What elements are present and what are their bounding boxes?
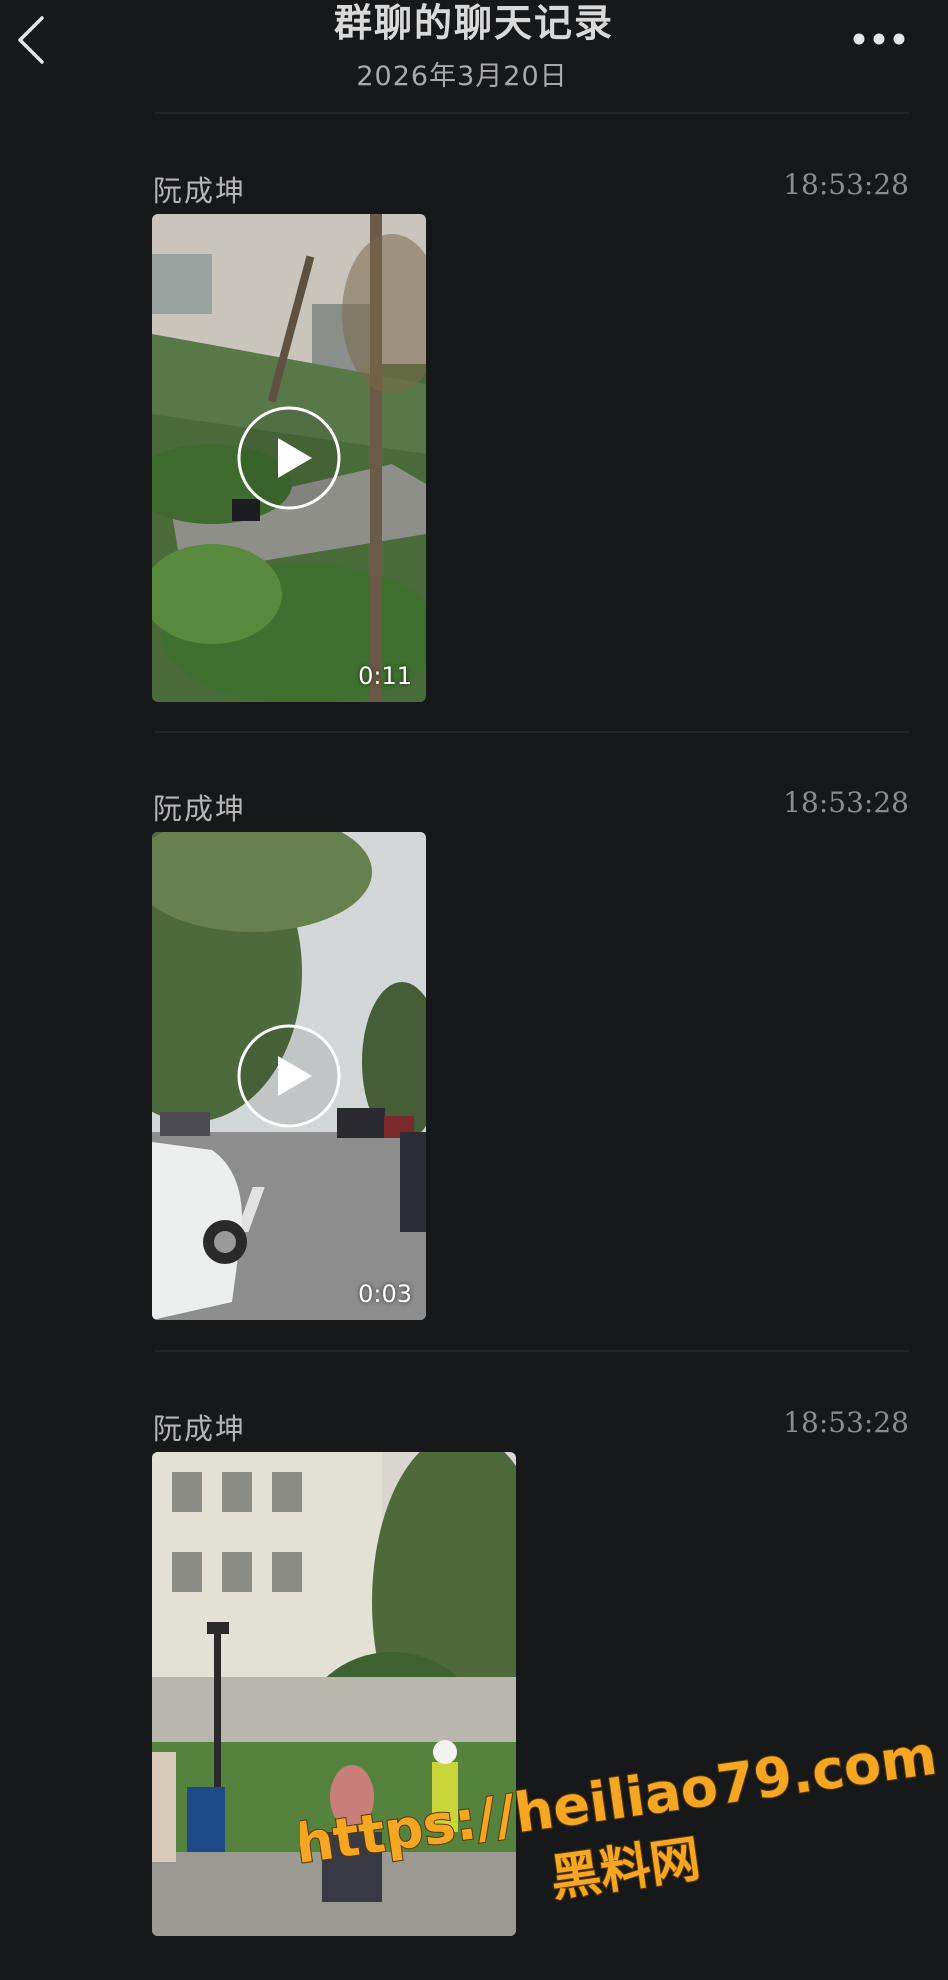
header: 群聊的聊天记录 2026年3月20日 (0, 0, 948, 110)
video-duration: 0:03 (358, 1280, 412, 1308)
video-thumbnail[interactable] (152, 1452, 516, 1936)
video-thumbnail[interactable]: 0:03 (152, 832, 426, 1320)
divider (155, 112, 909, 114)
play-circle-icon (237, 1024, 341, 1128)
message-item: 阮成坤 18:53:28 (0, 786, 948, 1346)
video-thumbnail[interactable]: 0:11 (152, 214, 426, 702)
sender-name: 阮成坤 (153, 1412, 247, 1446)
chat-date: 2026年3月20日 (356, 61, 568, 92)
video-frame (152, 1452, 516, 1936)
message-item: 阮成坤 18:53:28 0:11 (0, 168, 948, 728)
divider (155, 731, 909, 733)
page-title: 群聊的聊天记录 (333, 0, 614, 45)
divider (155, 1350, 909, 1352)
message-time: 18:53:28 (783, 168, 909, 201)
message-time: 18:53:28 (783, 786, 909, 819)
sender-name: 阮成坤 (153, 792, 247, 826)
more-dots-icon (853, 33, 905, 45)
more-button[interactable] (850, 26, 910, 52)
video-duration: 0:11 (358, 662, 412, 690)
sender-name: 阮成坤 (153, 174, 247, 208)
message-item: 阮成坤 18:53:28 (0, 1406, 948, 1966)
message-time: 18:53:28 (783, 1406, 909, 1439)
play-circle-icon (237, 406, 341, 510)
